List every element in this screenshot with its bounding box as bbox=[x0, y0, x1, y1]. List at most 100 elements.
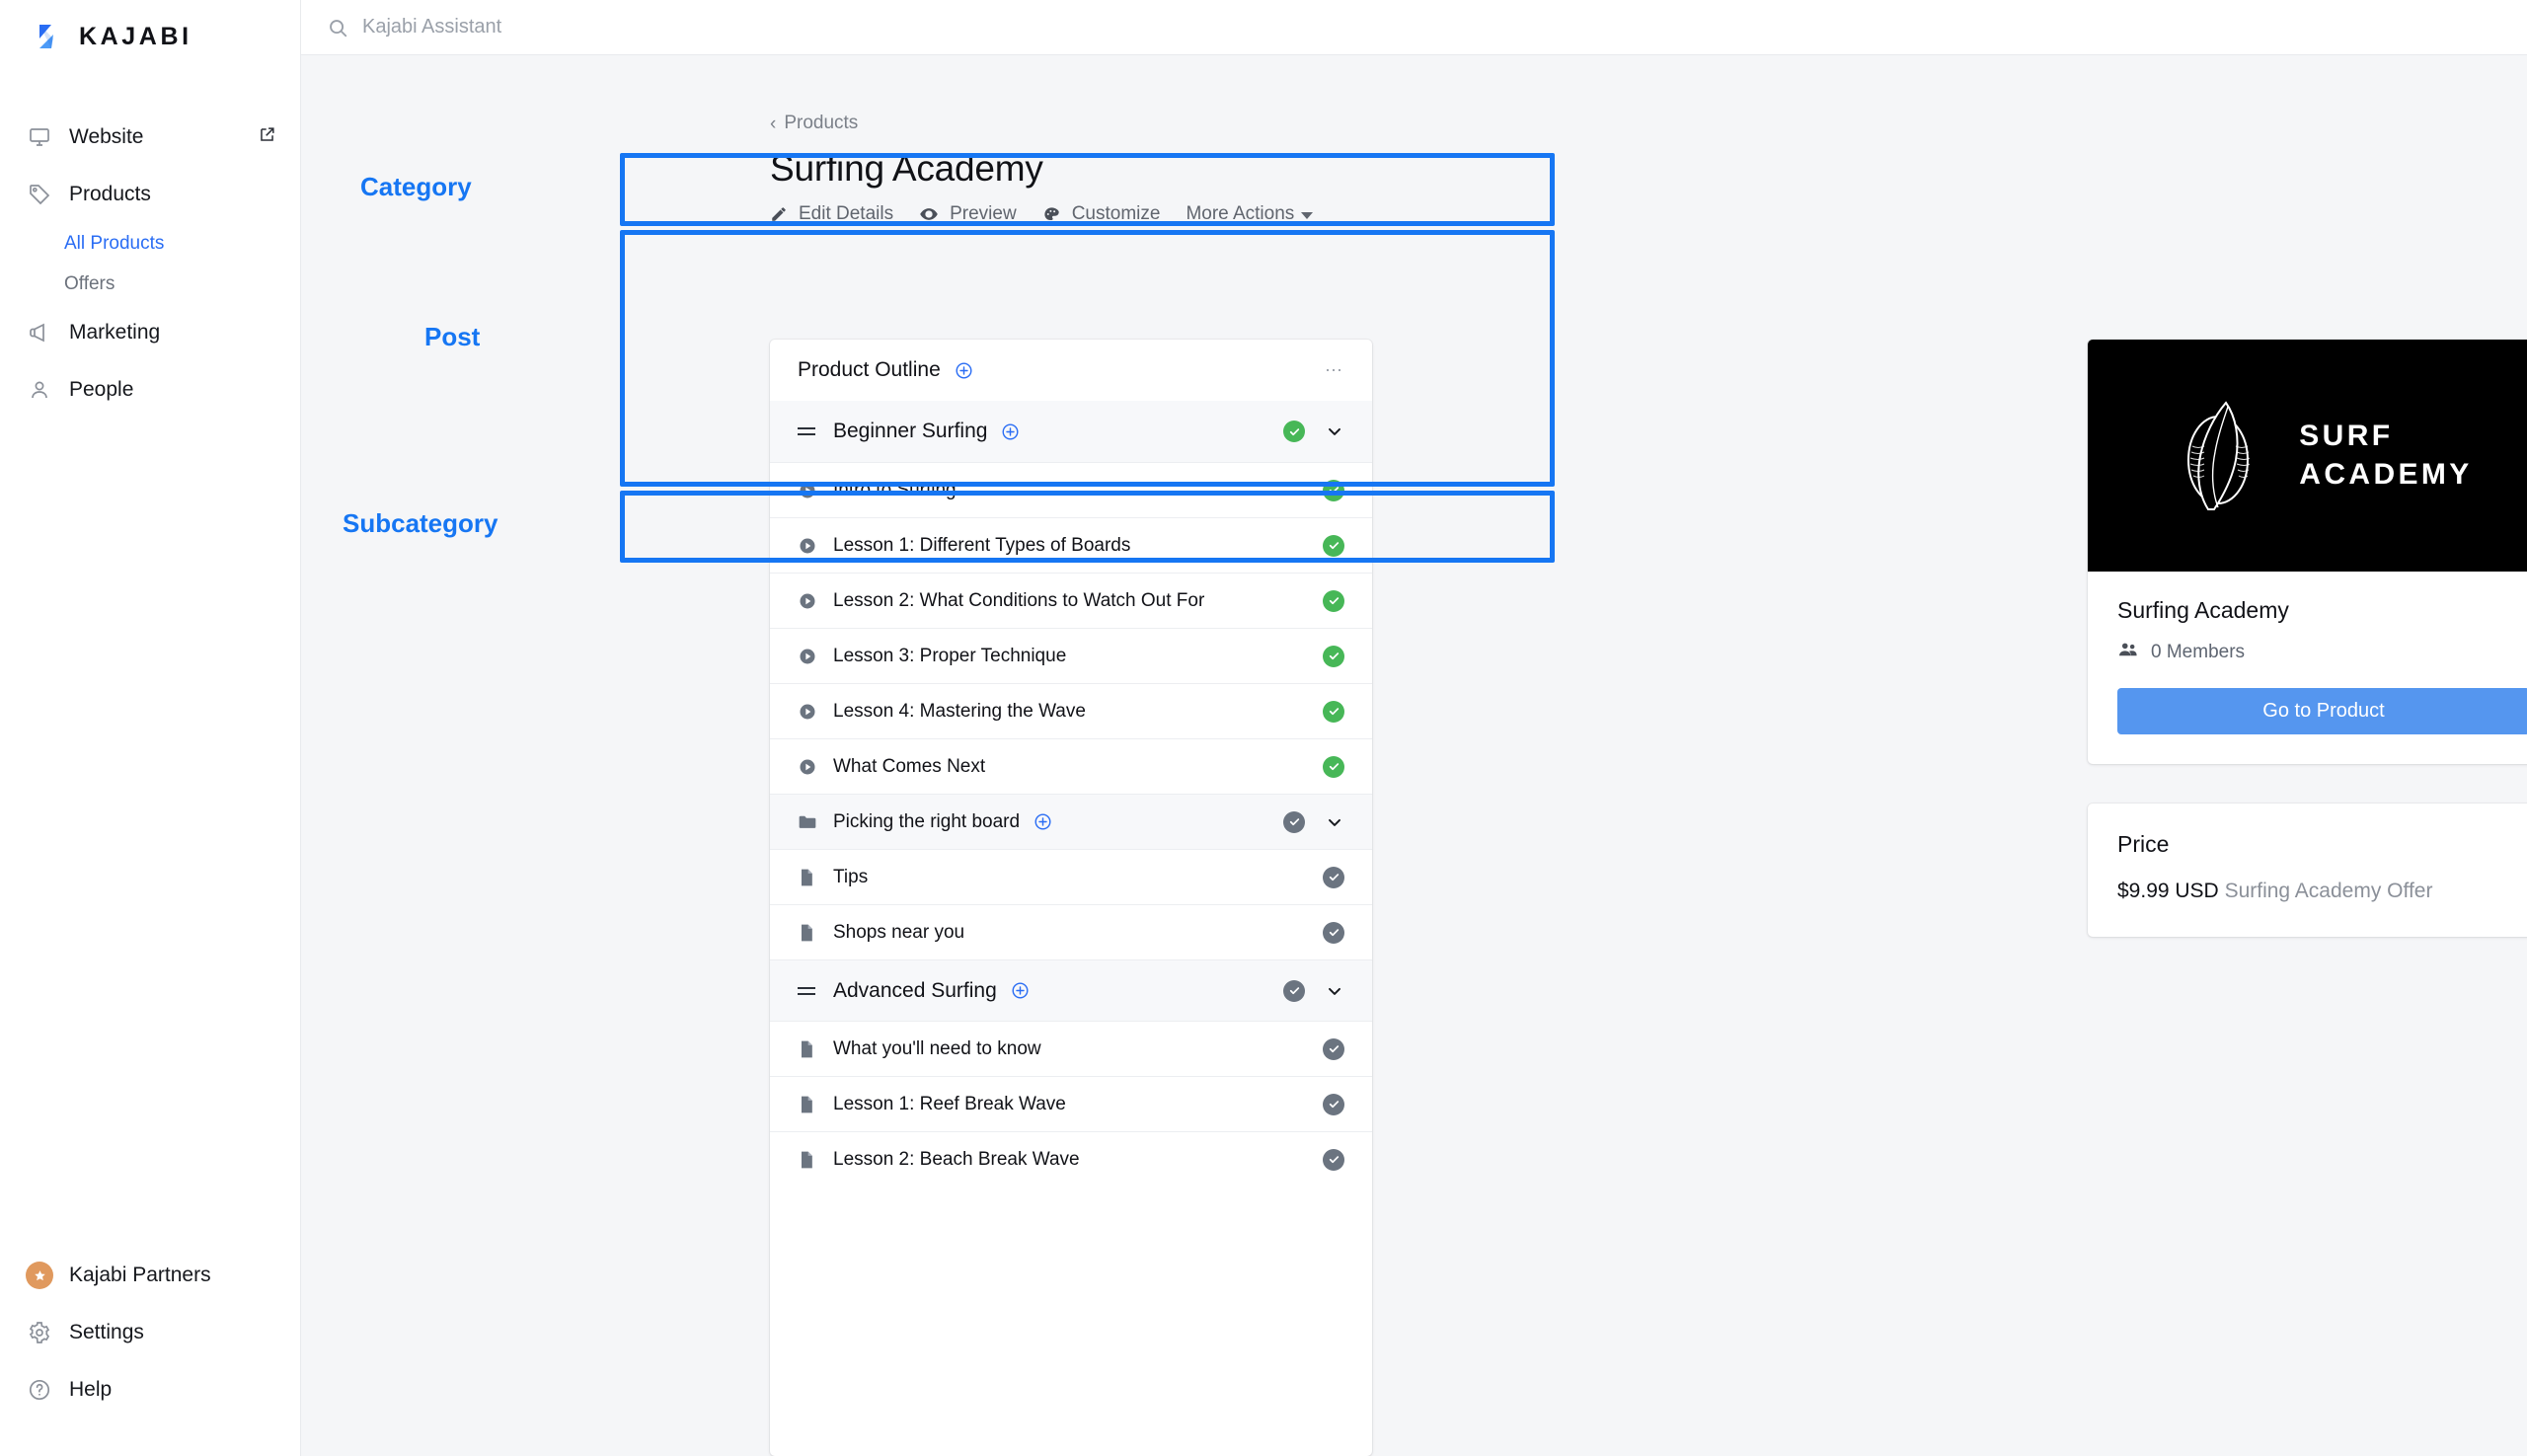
status-badge-draft[interactable] bbox=[1323, 1148, 1344, 1171]
document-icon bbox=[798, 868, 833, 887]
video-play-icon bbox=[798, 757, 833, 777]
document-icon bbox=[798, 1150, 833, 1170]
outline-row-subcategory[interactable]: Picking the right board bbox=[770, 794, 1372, 849]
status-badge-published[interactable] bbox=[1323, 645, 1344, 667]
status-badge-draft[interactable] bbox=[1323, 1037, 1344, 1060]
sidebar-item-help[interactable]: Help bbox=[0, 1361, 300, 1418]
status-badge-draft[interactable] bbox=[1283, 979, 1305, 1002]
status-badge-draft[interactable] bbox=[1323, 866, 1344, 888]
status-badge-published[interactable] bbox=[1323, 534, 1344, 557]
sidebar-nav: Website Products All Products Offers Mar… bbox=[0, 109, 300, 419]
kajabi-assistant-input[interactable]: Kajabi Assistant bbox=[362, 16, 501, 38]
outline-row-post[interactable]: Tips bbox=[770, 849, 1372, 904]
sidebar-item-marketing[interactable]: Marketing bbox=[0, 304, 300, 361]
app-root: KAJABI Website Products All Products Off… bbox=[0, 0, 2527, 1456]
sidebar-item-settings[interactable]: Settings bbox=[0, 1304, 300, 1361]
video-play-icon bbox=[798, 647, 833, 666]
ellipsis-icon[interactable]: ⋯ bbox=[1325, 361, 1344, 379]
product-hero-title: SURF ACADEMY bbox=[2299, 418, 2472, 494]
price-offer-name: Surfing Academy Offer bbox=[2224, 880, 2433, 902]
sidebar-item-all-products[interactable]: All Products bbox=[0, 223, 300, 264]
video-play-icon bbox=[798, 702, 833, 722]
sidebar-item-kajabi-partners[interactable]: Kajabi Partners bbox=[0, 1247, 300, 1304]
action-label: Edit Details bbox=[799, 203, 894, 224]
status-badge-published[interactable] bbox=[1323, 700, 1344, 723]
hero-line-2: ACADEMY bbox=[2299, 457, 2473, 491]
outline-row-post[interactable]: Lesson 2: Beach Break Wave bbox=[770, 1131, 1372, 1187]
outline-row-label: Shops near you bbox=[833, 921, 965, 943]
outline-row-label: What you'll need to know bbox=[833, 1037, 1041, 1059]
document-icon bbox=[798, 1095, 833, 1114]
drag-handle-icon[interactable] bbox=[798, 986, 833, 995]
outline-row-post[interactable]: Shops near you bbox=[770, 904, 1372, 959]
status-badge-draft[interactable] bbox=[1323, 1093, 1344, 1115]
status-badge-draft[interactable] bbox=[1323, 921, 1344, 944]
external-link-icon[interactable] bbox=[258, 125, 276, 149]
member-count-label: 0 Members bbox=[2151, 642, 2246, 662]
member-count: 0 Members bbox=[2117, 641, 2527, 664]
add-outline-item-icon[interactable] bbox=[955, 361, 973, 380]
sidebar-item-offers[interactable]: Offers bbox=[0, 264, 300, 304]
action-label: Customize bbox=[1071, 203, 1161, 224]
preview-button[interactable]: Preview bbox=[919, 203, 1017, 225]
sidebar-item-label: Website bbox=[69, 125, 144, 148]
add-child-icon[interactable] bbox=[1034, 812, 1052, 831]
sidebar-item-label: Settings bbox=[69, 1321, 144, 1343]
add-child-icon[interactable] bbox=[1011, 981, 1030, 1000]
go-to-product-button[interactable]: Go to Product bbox=[2117, 688, 2527, 734]
content-region: ‹ Products Surfing Academy Edit Details bbox=[301, 55, 2527, 1456]
status-badge-published[interactable] bbox=[1323, 589, 1344, 612]
action-label: Preview bbox=[950, 203, 1017, 224]
breadcrumb[interactable]: ‹ Products bbox=[770, 113, 1876, 134]
product-name: Surfing Academy bbox=[2117, 597, 2289, 623]
outline-row-label: Lesson 1: Different Types of Boards bbox=[833, 534, 1131, 556]
outline-row-category[interactable]: Beginner Surfing bbox=[770, 401, 1372, 462]
outline-row-post[interactable]: Lesson 4: Mastering the Wave bbox=[770, 683, 1372, 738]
outline-row-post[interactable]: Lesson 1: Different Types of Boards bbox=[770, 517, 1372, 573]
breadcrumb-label: Products bbox=[784, 113, 859, 133]
outline-row-post[interactable]: Lesson 2: What Conditions to Watch Out F… bbox=[770, 573, 1372, 628]
outline-row-post[interactable]: Intro to Surfing bbox=[770, 462, 1372, 517]
outline-row-post[interactable]: What you'll need to know bbox=[770, 1021, 1372, 1076]
product-hero-image: SURF ACADEMY bbox=[2088, 340, 2527, 572]
video-play-icon bbox=[798, 481, 833, 500]
price-card: Price $9.99 USD Surfing Academy Offer bbox=[2088, 804, 2527, 937]
search-icon[interactable] bbox=[327, 17, 348, 38]
status-badge-published[interactable] bbox=[1283, 421, 1305, 442]
add-child-icon[interactable] bbox=[1001, 422, 1020, 441]
sidebar-item-website[interactable]: Website bbox=[0, 109, 300, 166]
brand-logo[interactable]: KAJABI bbox=[0, 0, 300, 55]
more-actions-button[interactable]: More Actions bbox=[1186, 203, 1314, 225]
price-value-row: $9.99 USD Surfing Academy Offer bbox=[2117, 880, 2527, 903]
status-badge-published[interactable] bbox=[1323, 755, 1344, 778]
customize-button[interactable]: Customize bbox=[1042, 203, 1161, 225]
outline-row-label: Lesson 2: Beach Break Wave bbox=[833, 1148, 1080, 1170]
sidebar-item-label: Kajabi Partners bbox=[69, 1264, 211, 1286]
outline-row-label: Lesson 1: Reef Break Wave bbox=[833, 1093, 1066, 1114]
status-badge-draft[interactable] bbox=[1283, 810, 1305, 833]
chevron-down-icon[interactable] bbox=[1325, 812, 1344, 832]
status-badge-published[interactable] bbox=[1323, 479, 1344, 501]
chevron-down-icon[interactable] bbox=[1325, 421, 1344, 441]
monitor-icon bbox=[26, 123, 53, 151]
chevron-left-icon: ‹ bbox=[770, 113, 777, 134]
outline-row-category[interactable]: Advanced Surfing bbox=[770, 959, 1372, 1021]
edit-details-button[interactable]: Edit Details bbox=[770, 203, 893, 225]
document-icon bbox=[798, 923, 833, 943]
right-column: SURF ACADEMY Surfing Academy 0 Members G… bbox=[2088, 340, 2527, 937]
sidebar-item-people[interactable]: People bbox=[0, 361, 300, 419]
sidebar-item-products[interactable]: Products bbox=[0, 166, 300, 223]
gear-icon bbox=[26, 1319, 53, 1346]
outline-row-post[interactable]: Lesson 3: Proper Technique bbox=[770, 628, 1372, 683]
outline-row-label: Tips bbox=[833, 866, 869, 887]
chevron-down-icon[interactable] bbox=[1325, 981, 1344, 1001]
outline-row-post[interactable]: Lesson 1: Reef Break Wave bbox=[770, 1076, 1372, 1131]
kajabi-logo-icon bbox=[38, 23, 65, 50]
drag-handle-icon[interactable] bbox=[798, 427, 833, 435]
outline-row-post[interactable]: What Comes Next bbox=[770, 738, 1372, 794]
annotation-label-category: Category bbox=[360, 172, 472, 201]
caret-down-icon bbox=[1301, 212, 1314, 219]
product-outline-card: Product Outline ⋯ Beginner Surfing Intro… bbox=[770, 340, 1372, 1456]
sidebar-item-label: Marketing bbox=[69, 321, 161, 344]
sidebar-subitem-label: Offers bbox=[64, 272, 115, 294]
